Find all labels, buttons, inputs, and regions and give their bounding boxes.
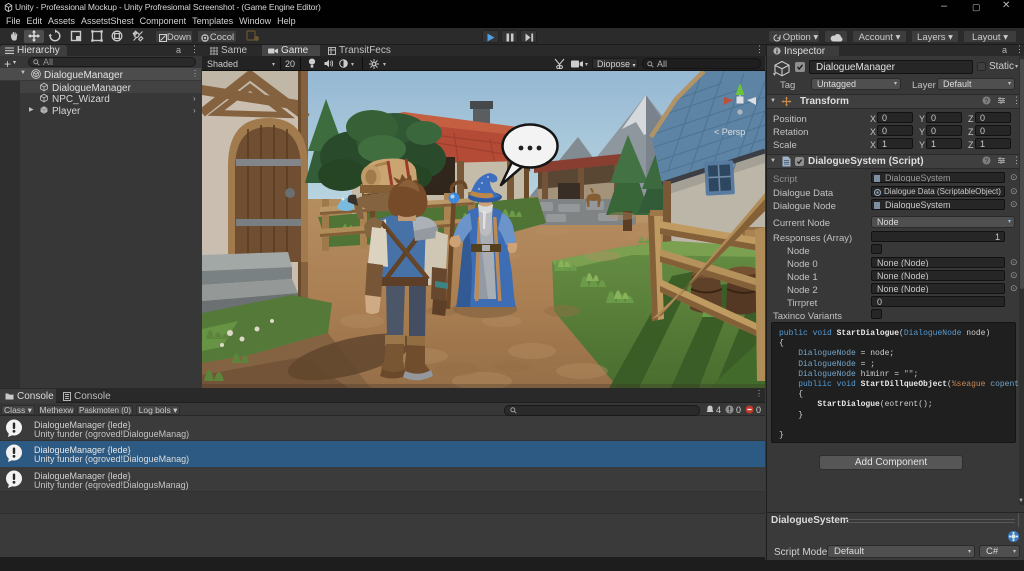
svg-text:?: ? (985, 98, 989, 105)
svg-text:?: ? (985, 158, 989, 165)
